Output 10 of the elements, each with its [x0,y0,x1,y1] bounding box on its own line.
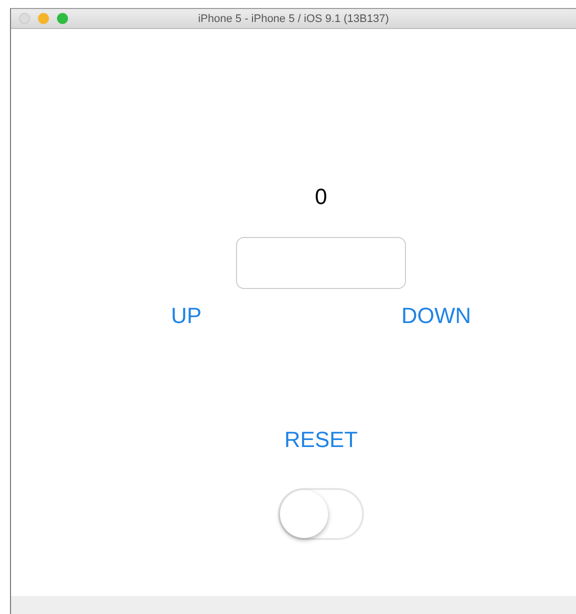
text-field[interactable] [236,237,406,289]
step-button[interactable]: DOWN [401,303,471,329]
window-title: iPhone 5 - iPhone 5 / iOS 9.1 (13B137) [198,12,389,24]
close-icon[interactable] [19,13,30,24]
zoom-icon[interactable] [57,13,68,24]
counter-label: 0 [314,184,328,210]
toggle-switch[interactable] [278,488,364,540]
minimize-icon[interactable] [38,13,49,24]
reset-button[interactable]: RESET [284,427,358,453]
step-button[interactable]: UP [171,303,202,329]
